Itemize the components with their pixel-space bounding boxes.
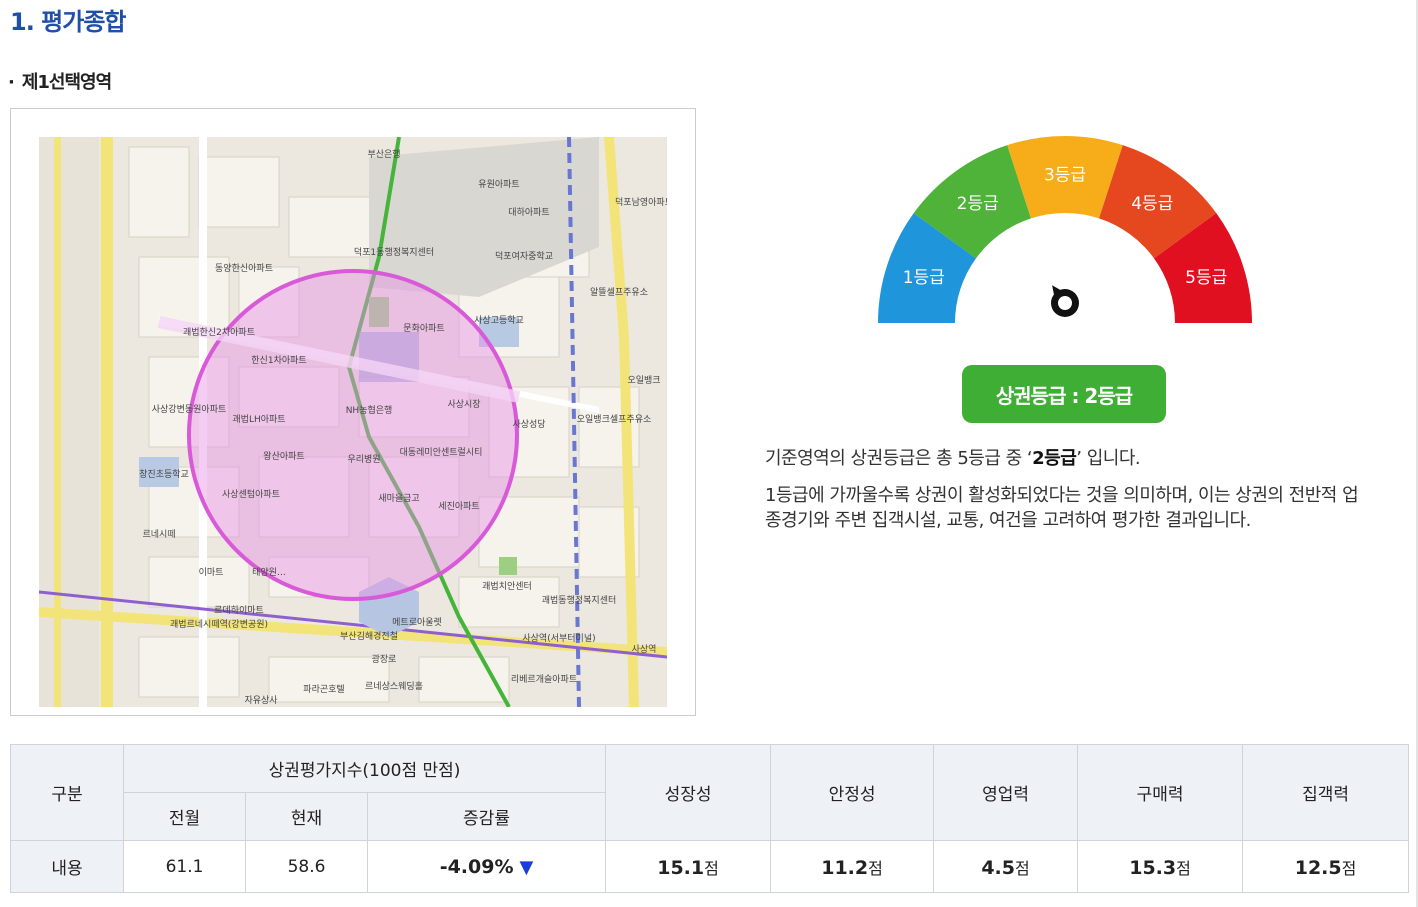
- svg-text:르네시떼: 르네시떼: [142, 529, 175, 540]
- header-category: 구분: [10, 744, 124, 841]
- grade-description-grade: 2등급: [1032, 448, 1077, 469]
- svg-text:부산김해경전철: 부산김해경전철: [340, 630, 398, 642]
- svg-text:사상역: 사상역: [632, 644, 657, 655]
- header-prev-month: 전월: [123, 792, 246, 841]
- sales-value: 4.5: [981, 856, 1015, 879]
- grade-description-suffix: ’ 입니다.: [1076, 448, 1141, 469]
- stability-value-cell: 11.2점: [770, 840, 935, 893]
- svg-text:태양원…: 태양원…: [252, 567, 286, 578]
- page-title: 1. 평가종합: [10, 8, 126, 36]
- svg-text:문화아파트: 문화아파트: [403, 323, 444, 334]
- svg-text:덕포여자중학교: 덕포여자중학교: [495, 250, 553, 262]
- svg-text:사상성당: 사상성당: [512, 419, 545, 430]
- purchasing-value-cell: 15.3점: [1077, 840, 1244, 893]
- grade-explanation: 1등급에 가까울수록 상권이 활성화되었다는 것을 의미하며, 이는 상권의 전…: [765, 485, 1359, 531]
- svg-text:대하아파트: 대하아파트: [508, 207, 549, 218]
- svg-text:르네상스웨딩홀: 르네상스웨딩홀: [365, 680, 423, 692]
- header-index: 상권평가지수(100점 만점): [122, 744, 607, 793]
- svg-text:르데하이마트: 르데하이마트: [214, 605, 264, 616]
- stability-value: 11.2: [821, 856, 869, 879]
- header-stability: 안정성: [770, 744, 935, 841]
- unit-label: 점: [704, 858, 719, 878]
- svg-text:대동레미안센트럴시티: 대동레미안센트럴시티: [400, 447, 483, 458]
- svg-text:NH농협은행: NH농협은행: [346, 404, 393, 416]
- purchasing-value: 15.3: [1129, 856, 1177, 879]
- gauge-label-3: 3등급: [1044, 166, 1086, 186]
- header-sales: 영업력: [933, 744, 1079, 841]
- svg-text:창진초등학교: 창진초등학교: [139, 469, 189, 480]
- svg-text:리베르개슬아파트: 리베르개슬아파트: [511, 674, 577, 685]
- section-title: · 제1선택영역: [8, 68, 112, 94]
- svg-text:동양한신아파트: 동양한신아파트: [215, 263, 273, 274]
- unit-label: 점: [1015, 858, 1030, 878]
- grade-badge: 상권등급 : 2등급: [962, 365, 1166, 423]
- gauge-label-5: 5등급: [1185, 268, 1227, 288]
- gauge-label-4: 4등급: [1131, 194, 1173, 214]
- grade-description-prefix: 기준영역의 상권등급은 총 5등급 중 ‘: [765, 448, 1033, 469]
- grade-gauge: 1등급 2등급 3등급 4등급 5등급: [870, 128, 1260, 333]
- unit-label: 점: [868, 858, 883, 878]
- svg-text:메트로아울렛: 메트로아울렛: [392, 617, 442, 628]
- svg-text:괘법LH아파트: 괘법LH아파트: [232, 414, 285, 425]
- svg-text:새마을금고: 새마을금고: [378, 493, 419, 504]
- section-title-text: 제1선택영역: [21, 72, 112, 93]
- svg-text:우리병원: 우리병원: [347, 454, 380, 465]
- grade-description: 기준영역의 상권등급은 총 5등급 중 ‘2등급’ 입니다.: [765, 444, 1141, 470]
- unit-label: 점: [1176, 858, 1191, 878]
- svg-text:한신1차아파트: 한신1차아파트: [251, 354, 306, 366]
- header-attraction: 집객력: [1242, 744, 1410, 841]
- header-purchasing: 구매력: [1077, 744, 1244, 841]
- growth-value: 15.1: [657, 856, 705, 879]
- svg-text:사상역(서부터미널): 사상역(서부터미널): [522, 633, 595, 644]
- gauge-label-1: 1등급: [903, 268, 945, 288]
- current-value: 58.6: [245, 840, 368, 893]
- svg-text:이마트: 이마트: [199, 567, 224, 578]
- gauge-svg: 1등급 2등급 3등급 4등급 5등급: [878, 136, 1252, 323]
- svg-text:파라곤호텔: 파라곤호텔: [303, 683, 344, 695]
- area-map[interactable]: 부산은행 유원아파트 대하아파트 덕포남영아파트 덕포1동행정복지센터 덕포여자…: [39, 137, 667, 707]
- svg-text:덕포1동행정복지센터: 덕포1동행정복지센터: [354, 246, 434, 258]
- attraction-value: 12.5: [1294, 856, 1342, 879]
- svg-text:오일뱅크: 오일뱅크: [627, 375, 660, 386]
- svg-text:자유상사: 자유상사: [244, 695, 278, 706]
- change-rate-value: -4.09%: [439, 855, 514, 878]
- svg-text:세진아파트: 세진아파트: [438, 501, 479, 512]
- svg-text:사상강변동원아파트: 사상강변동원아파트: [152, 404, 227, 415]
- svg-text:괘법동행정복지센터: 괘법동행정복지센터: [542, 594, 617, 606]
- map-canvas: 부산은행 유원아파트 대하아파트 덕포남영아파트 덕포1동행정복지센터 덕포여자…: [39, 137, 667, 707]
- header-current: 현재: [245, 792, 368, 841]
- score-table: 구분 상권평가지수(100점 만점) 성장성 안정성 영업력 구매력 집객력 전…: [10, 744, 1410, 893]
- svg-text:괘법치안센터: 괘법치안센터: [482, 580, 532, 592]
- map-label: 부산은행: [367, 148, 400, 160]
- header-change-rate: 증감률: [366, 792, 607, 841]
- prev-month-value: 61.1: [123, 840, 246, 893]
- map-frame: 부산은행 유원아파트 대하아파트 덕포남영아파트 덕포1동행정복지센터 덕포여자…: [10, 108, 696, 716]
- unit-label: 점: [1341, 858, 1357, 878]
- gauge-label-2: 2등급: [957, 194, 999, 214]
- section-bullet: ·: [8, 72, 15, 93]
- svg-text:알뜰셀프주유소: 알뜰셀프주유소: [590, 287, 648, 298]
- svg-text:왕산아파트: 왕산아파트: [263, 451, 304, 462]
- gauge-pointer-icon: [1051, 285, 1079, 317]
- growth-value-cell: 15.1점: [605, 840, 772, 893]
- svg-text:광장로: 광장로: [372, 653, 397, 665]
- svg-text:덕포남영아파트: 덕포남영아파트: [615, 197, 667, 208]
- svg-text:오일뱅크셀프주유소: 오일뱅크셀프주유소: [577, 414, 652, 425]
- svg-text:사상고등학교: 사상고등학교: [474, 315, 524, 326]
- svg-text:괘법한신2차아파트: 괘법한신2차아파트: [183, 326, 255, 338]
- svg-text:사상센텀아파트: 사상센텀아파트: [222, 488, 280, 500]
- svg-text:사상시장: 사상시장: [447, 399, 480, 410]
- row-label: 내용: [10, 840, 124, 893]
- svg-text:괘법르네시떼역(강변공원): 괘법르네시떼역(강변공원): [170, 619, 268, 630]
- svg-text:유원아파트: 유원아파트: [478, 179, 519, 190]
- header-growth: 성장성: [605, 744, 772, 841]
- sales-value-cell: 4.5점: [933, 840, 1079, 893]
- attraction-value-cell: 12.5점: [1242, 840, 1410, 893]
- down-arrow-icon: ▼: [519, 856, 534, 878]
- change-rate-cell: -4.09% ▼: [366, 840, 607, 893]
